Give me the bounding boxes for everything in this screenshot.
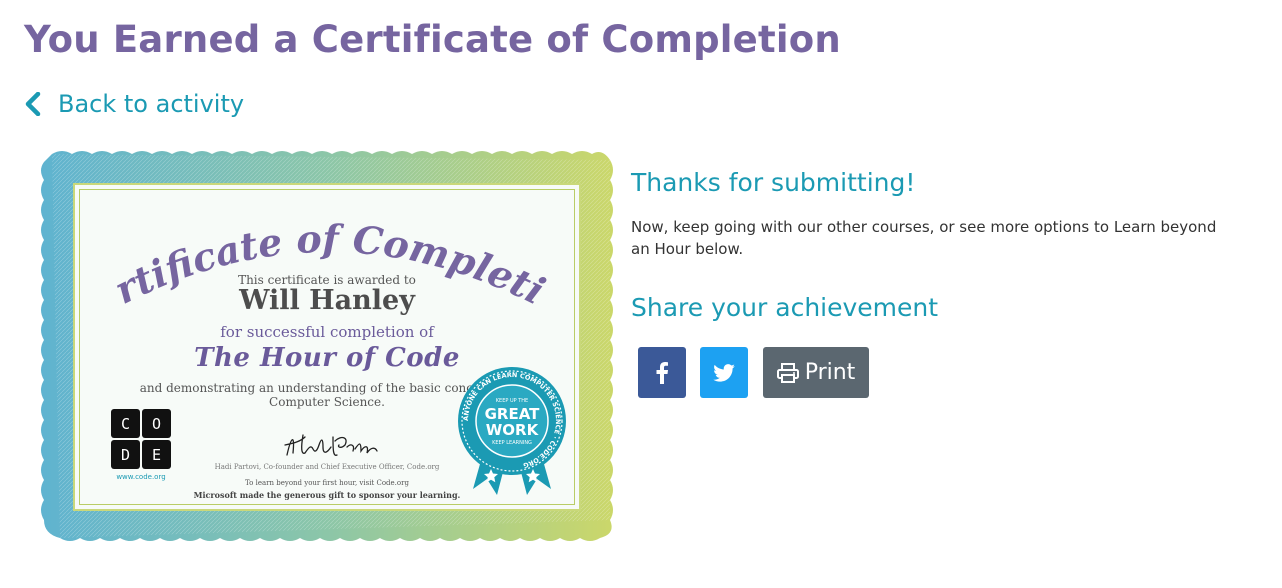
logo-letter: O [142,409,171,438]
badge-top-text: KEEP UP THE [496,398,528,404]
next-steps-text: Now, keep going with our other courses, … [631,218,1217,258]
twitter-share-button[interactable] [700,347,748,398]
twitter-icon [713,363,735,382]
back-link-label: Back to activity [58,90,245,118]
completion-text: for successful completion of [220,323,434,341]
certificate-body: Certificate of Completion This certifica… [73,183,581,511]
signature-image [284,434,378,456]
badge-line2: WORK [486,421,540,439]
badge-bottom-text: KEEP LEARNING [492,440,532,446]
print-button[interactable]: Print [763,347,869,398]
print-label: Print [804,360,856,385]
back-to-activity-link[interactable]: Back to activity [24,90,244,118]
facebook-icon [656,361,668,384]
great-work-badge: ANYONE CAN LEARN COMPUTER SCIENCE · CODE… [458,367,566,495]
logo-letter: C [111,409,140,438]
share-heading: Share your achievement [631,293,939,322]
chevron-left-icon [25,92,41,116]
printer-icon [776,362,799,383]
recipient-name: Will Hanley [239,285,415,316]
code-org-logo: C O D E [111,409,171,469]
facebook-share-button[interactable] [638,347,686,398]
thanks-heading: Thanks for submitting! [631,168,916,197]
page-title: You Earned a Certificate of Completion [24,18,841,61]
certificate-image: Certificate of Completion This certifica… [38,148,616,544]
